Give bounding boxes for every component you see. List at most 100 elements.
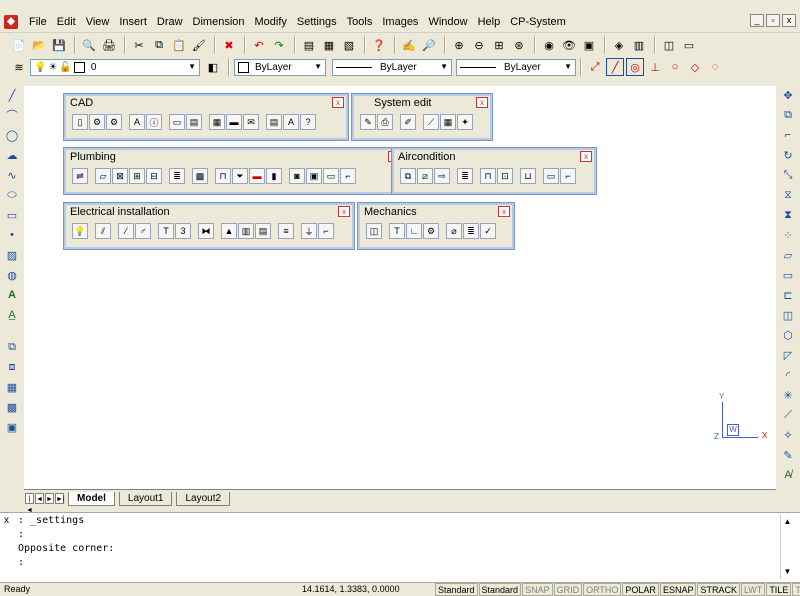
circle-icon[interactable]: ◯: [3, 126, 21, 144]
system-edit-pencil-icon[interactable]: ✎: [360, 114, 376, 130]
electrical-route-icon[interactable]: ⌐: [318, 223, 334, 239]
fillet-icon[interactable]: ◜: [779, 366, 797, 384]
spline-icon[interactable]: ∿: [3, 166, 21, 184]
ellipse-arc-icon[interactable]: ⬭: [3, 186, 21, 204]
line-icon[interactable]: ╱: [3, 86, 21, 104]
status-mode-strack-7[interactable]: STRACK: [697, 583, 740, 596]
aircon-grille-icon[interactable]: ⊓: [480, 168, 496, 184]
plumbing-pump-icon[interactable]: ▩: [192, 168, 208, 184]
electrical-ground-icon[interactable]: ⏚: [301, 223, 317, 239]
tab-prev-button[interactable]: ◄: [35, 493, 44, 504]
paste-icon[interactable]: 📋: [170, 36, 188, 54]
mirror-icon[interactable]: ⧖: [779, 186, 797, 204]
mechanics-toolbar[interactable]: Mechanics x ◫ T ∟ ⚙ ⌀ ≣ ✓: [357, 202, 515, 250]
snap-nearest-icon[interactable]: ◌: [706, 58, 724, 76]
boundary-icon[interactable]: ▣: [3, 418, 21, 436]
properties-edit-icon[interactable]: ⟡: [779, 426, 797, 444]
minimize-button[interactable]: _: [750, 14, 764, 27]
menu-file[interactable]: File: [24, 15, 52, 29]
plumbing-funnel-icon[interactable]: ⏷: [232, 168, 248, 184]
aircon-elbow-icon[interactable]: ⌐: [560, 168, 576, 184]
aircon-outlet-icon[interactable]: ⊔: [520, 168, 536, 184]
plumbing-boiler-icon[interactable]: ◙: [289, 168, 305, 184]
electrical-terminal-icon[interactable]: T: [158, 223, 174, 239]
menu-window[interactable]: Window: [423, 15, 472, 29]
electrical-list-icon[interactable]: ≡: [278, 223, 294, 239]
snap-center-icon[interactable]: ◎: [626, 58, 644, 76]
help-icon[interactable]: ❓: [370, 36, 388, 54]
menu-dimension[interactable]: Dimension: [188, 15, 250, 29]
menu-help[interactable]: Help: [473, 15, 506, 29]
trim-icon[interactable]: ▭: [779, 266, 797, 284]
explode-icon[interactable]: ✳: [779, 386, 797, 404]
cad-grid-icon[interactable]: ▦: [209, 114, 225, 130]
plumbing-filter-icon[interactable]: ▣: [306, 168, 322, 184]
page-setup-icon[interactable]: ▭: [680, 36, 698, 54]
tab-model[interactable]: Model: [68, 491, 115, 506]
electrical-lamp-icon[interactable]: ▲: [221, 223, 237, 239]
scroll-down-icon[interactable]: ▼: [781, 565, 794, 579]
command-line-4[interactable]: :: [18, 556, 114, 570]
print-preview-icon[interactable]: 🔍: [80, 36, 98, 54]
electrical-breaker-icon[interactable]: ⧓: [198, 223, 214, 239]
mirror-copy-icon[interactable]: ⧗: [779, 206, 797, 224]
layer-states-icon[interactable]: ◈: [610, 36, 628, 54]
rectangle-icon[interactable]: ▭: [3, 206, 21, 224]
match-properties-icon[interactable]: 🖌: [190, 36, 208, 54]
electrical-wire-icon[interactable]: ⫽: [95, 223, 111, 239]
aircondition-toolbar[interactable]: Aircondition x ⧉ ⧄ ⇨ ≣ ⊓ ⊡ ⊔ ▭ ⌐: [391, 147, 597, 195]
plumbing-toolbar[interactable]: Plumbing x ⇌ ▱ ⊠ ⊞ ⊟ ≣ ▩ ⊓ ⏷ ▬ ▮ ◙: [63, 147, 405, 195]
zoom-realtime-icon[interactable]: 🔎: [420, 36, 438, 54]
cad-new-icon[interactable]: ▯: [72, 114, 88, 130]
tab-layout1[interactable]: Layout1: [118, 491, 173, 506]
plumbing-fitting-icon[interactable]: ⊞: [129, 168, 145, 184]
undo-icon[interactable]: ↶: [250, 36, 268, 54]
offset-icon[interactable]: ⌐: [779, 126, 797, 144]
tab-next-button[interactable]: ►: [45, 493, 54, 504]
menu-settings[interactable]: Settings: [292, 15, 342, 29]
zoom-out-icon[interactable]: ⊖: [470, 36, 488, 54]
electrical-socket-icon[interactable]: ♂: [135, 223, 151, 239]
redo-icon[interactable]: ↷: [270, 36, 288, 54]
zoom-in-icon[interactable]: ⊕: [450, 36, 468, 54]
point-icon[interactable]: •: [3, 226, 21, 244]
cad-font-icon[interactable]: A: [283, 114, 299, 130]
drawing-area[interactable]: CAD x ▯ ⚙ ⚙ A ⓘ ▭ ▤ ▦ ▬ ✉ ▤ A ? System e…: [24, 86, 776, 489]
menu-images[interactable]: Images: [377, 15, 423, 29]
electrical-count-icon[interactable]: 3: [175, 223, 191, 239]
menu-view[interactable]: View: [81, 15, 115, 29]
mechanics-spring-icon[interactable]: ⌀: [446, 223, 462, 239]
electrical-toolbar[interactable]: Electrical installation x 💡 ⫽ ⁄ ♂ T 3 ⧓ …: [63, 202, 355, 250]
cad-settings-icon[interactable]: ⚙: [106, 114, 122, 130]
menu-cp-system[interactable]: CP-System: [505, 15, 571, 29]
layer-previous-icon[interactable]: ◧: [204, 58, 222, 76]
viewport-icon[interactable]: ▥: [630, 36, 648, 54]
insert-block-icon[interactable]: ⧉: [3, 338, 21, 356]
plumbing-pipe-icon[interactable]: ⇌: [72, 168, 88, 184]
mtext-icon[interactable]: A̲: [3, 306, 21, 324]
menu-modify[interactable]: Modify: [250, 15, 292, 29]
mechanics-gear-icon[interactable]: ⚙: [423, 223, 439, 239]
cad-envelope-icon[interactable]: ✉: [243, 114, 259, 130]
print-icon[interactable]: 🖨: [100, 36, 118, 54]
split-view-icon[interactable]: ◫: [660, 36, 678, 54]
close-icon[interactable]: x: [338, 206, 350, 217]
system-edit-stamp-icon[interactable]: ⎙: [377, 114, 393, 130]
status-mode-esnap-6[interactable]: ESNAP: [659, 583, 697, 596]
close-window-button[interactable]: x: [782, 14, 796, 27]
system-edit-line-icon[interactable]: ⟋: [423, 114, 439, 130]
cad-info-icon[interactable]: ⓘ: [146, 114, 162, 130]
mechanics-bolt-icon[interactable]: T: [389, 223, 405, 239]
electrical-cabinet-icon[interactable]: ▤: [255, 223, 271, 239]
restore-button[interactable]: ▫: [766, 14, 780, 27]
status-mode-standard-1[interactable]: Standard: [478, 583, 522, 596]
extend-icon[interactable]: ⊏: [779, 286, 797, 304]
plumbing-bend-icon[interactable]: ⌐: [340, 168, 356, 184]
design-center-icon[interactable]: ▦: [320, 36, 338, 54]
close-icon[interactable]: x: [4, 515, 9, 526]
snap-line-icon[interactable]: ╱: [606, 58, 624, 76]
revision-cloud-icon[interactable]: ☁: [3, 146, 21, 164]
status-mode-ortho-4[interactable]: ORTHO: [583, 583, 622, 596]
app-logo-icon[interactable]: ◆: [4, 15, 18, 29]
tool-palette-icon[interactable]: ▧: [340, 36, 358, 54]
